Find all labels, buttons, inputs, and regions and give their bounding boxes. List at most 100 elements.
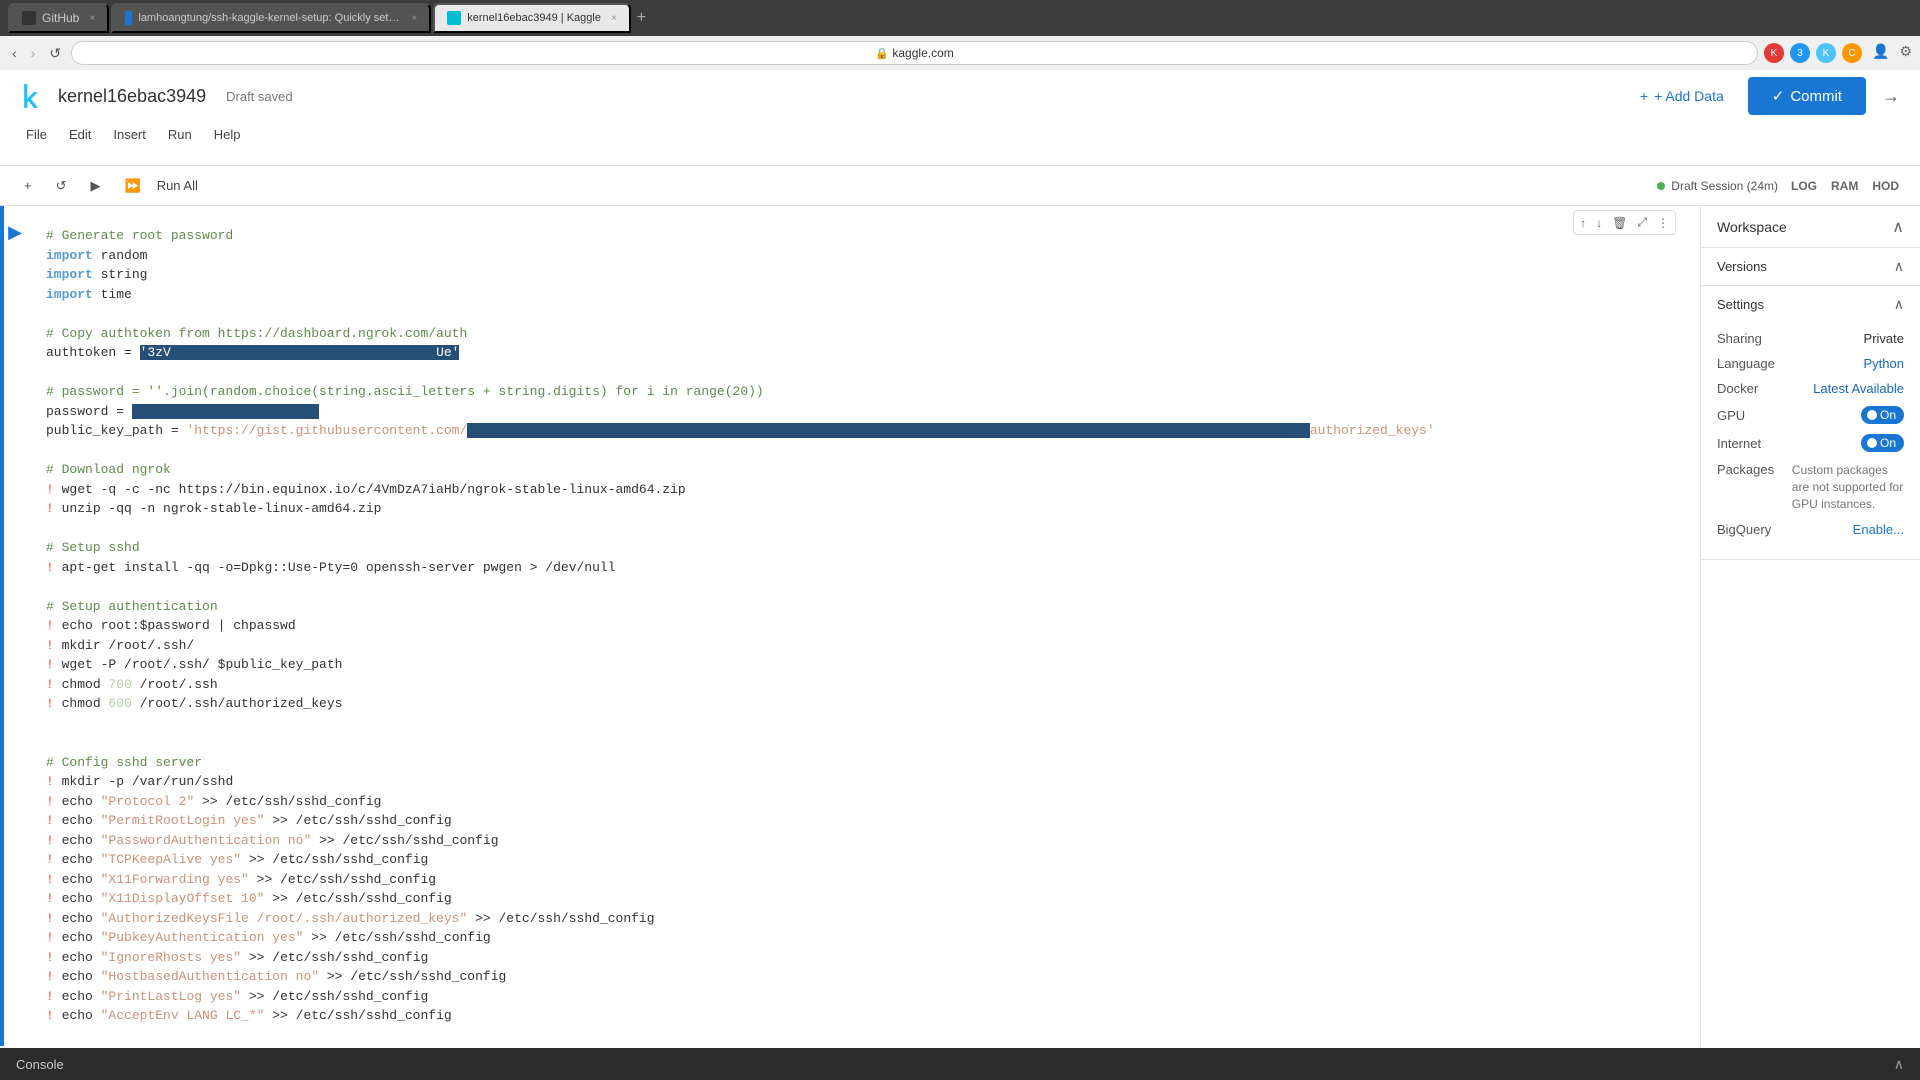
code-line: ! echo "HostbasedAuthentication no" >> /… [46,967,1684,987]
kaggle-logo [16,81,46,111]
packages-label: Packages [1717,462,1792,477]
code-line: ! echo "PrintLastLog yes" >> /etc/ssh/ss… [46,987,1684,1007]
tab-github[interactable]: GitHub × [8,3,109,33]
refresh-button[interactable]: ↺ [48,174,75,198]
language-label: Language [1717,356,1864,371]
fast-forward-icon: ⏩ [125,178,141,194]
console-bar[interactable]: Console ∧ [0,1048,1920,1080]
language-value: Python [1864,356,1904,371]
forward-button[interactable]: › [27,43,40,63]
code-editor[interactable]: # Generate root password import random i… [30,214,1700,1038]
gpu-toggle[interactable]: On [1861,406,1904,424]
docker-label: Docker [1717,381,1813,396]
settings-icon[interactable]: ⚙ [1899,43,1912,63]
code-line: # password = ''.join(random.choice(strin… [46,382,1684,402]
fast-forward-button[interactable]: ⏩ [117,174,149,198]
cell-controls: ▶ [0,214,30,1038]
code-line: ! wget -P /root/.ssh/ $public_key_path [46,655,1684,675]
ext-icon-1[interactable]: K [1764,43,1784,63]
tab-github-label: GitHub [42,11,79,25]
add-cell-button[interactable]: + [16,174,40,197]
console-label: Console [16,1057,64,1072]
code-line: ! echo "PubkeyAuthentication yes" >> /et… [46,928,1684,948]
run-cell-button[interactable]: ▶ [8,222,22,243]
tab-github-close[interactable]: × [89,13,95,24]
code-line: ! echo "Protocol 2" >> /etc/ssh/sshd_con… [46,792,1684,812]
main-content: ↑ ↓ 🗑 ⤢ ⋮ ▶ # Generate root password imp… [0,206,1920,1048]
code-line: ! echo root:$password | chpasswd [46,616,1684,636]
browser-chrome: GitHub × lamhoangtung/ssh-kaggle-kernel-… [0,0,1920,70]
code-line: password = [46,402,1684,422]
address-bar[interactable]: 🔒 kaggle.com [71,41,1758,65]
console-toggle-icon: ∧ [1894,1056,1904,1073]
app-menu: File Edit Insert Run Help [0,118,1920,150]
checkmark-icon: ✓ [1772,87,1785,105]
tab-article-close[interactable]: × [411,13,417,24]
settings-section-header[interactable]: Settings ∧ [1701,286,1920,323]
browser-toolbar: ‹ › ↺ 🔒 kaggle.com K 3 K C 👤 ⚙ [0,36,1920,70]
menu-edit[interactable]: Edit [59,123,101,146]
ext-icon-4[interactable]: C [1842,43,1862,63]
workspace-collapse-button[interactable]: ∧ [1892,217,1904,237]
menu-help[interactable]: Help [204,123,251,146]
browser-tabs: GitHub × lamhoangtung/ssh-kaggle-kernel-… [0,0,1920,36]
versions-section-header[interactable]: Versions ∧ [1701,248,1920,285]
editor-area[interactable]: ↑ ↓ 🗑 ⤢ ⋮ ▶ # Generate root password imp… [0,206,1700,1048]
add-data-button[interactable]: + + Add Data [1628,80,1736,112]
tab-kernel-close[interactable]: × [611,13,617,24]
docker-value: Latest Available [1813,381,1904,396]
run-button[interactable]: ▶ [83,174,109,198]
reload-button[interactable]: ↺ [45,43,65,64]
code-line: ! chmod 700 /root/.ssh [46,675,1684,695]
run-all-label: Run All [157,178,198,193]
code-line [46,577,1684,597]
ext-icon-2[interactable]: 3 [1790,43,1810,63]
toolbar: + ↺ ▶ ⏩ Run All Draft Session (24m) LOG … [0,166,1920,206]
plus-icon: + [24,178,32,193]
ram-button[interactable]: RAM [1826,176,1863,196]
code-line: ! echo "AuthorizedKeysFile /root/.ssh/au… [46,909,1684,929]
tab-article[interactable]: lamhoangtung/ssh-kaggle-kernel-setup: Qu… [111,3,431,33]
add-icon: + [1640,88,1648,104]
code-line: ! echo "AcceptEnv LANG LC_*" >> /etc/ssh… [46,1006,1684,1026]
back-button[interactable]: ‹ [8,43,21,63]
bigquery-row: BigQuery Enable... [1717,522,1904,537]
kernel-title: kernel16ebac3949 [58,86,206,107]
cell-container: ↑ ↓ 🗑 ⤢ ⋮ ▶ # Generate root password imp… [0,206,1700,1046]
code-line: ! echo "IgnoreRhosts yes" >> /etc/ssh/ss… [46,948,1684,968]
tab-kernel[interactable]: kernel16ebac3949 | Kaggle × [433,3,631,33]
article-favicon [125,11,132,25]
log-button[interactable]: LOG [1786,176,1822,196]
code-line: ! echo "PasswordAuthentication no" >> /e… [46,831,1684,851]
new-tab-button[interactable]: + [633,7,650,29]
internet-toggle-dot [1867,438,1877,448]
menu-run[interactable]: Run [158,123,202,146]
profile-icon[interactable]: 👤 [1872,43,1889,63]
code-line [46,441,1684,461]
bigquery-value[interactable]: Enable... [1853,522,1904,537]
tab-article-label: lamhoangtung/ssh-kaggle-kernel-setup: Qu… [138,12,401,24]
code-line: import time [46,285,1684,305]
add-data-label: + Add Data [1654,88,1724,104]
workspace-title: Workspace [1717,219,1892,235]
commit-button[interactable]: ✓ Commit [1748,77,1866,115]
packages-note: Custom packages are not supported for GP… [1792,462,1904,512]
hod-button[interactable]: HOD [1867,176,1904,196]
code-line [46,363,1684,383]
app-header-top: kernel16ebac3949 Draft saved + + Add Dat… [0,70,1920,122]
workspace-panel-header: Workspace ∧ [1701,206,1920,248]
code-line: ! echo "PermitRootLogin yes" >> /etc/ssh… [46,811,1684,831]
internet-toggle[interactable]: On [1861,434,1904,452]
kernel-favicon [447,11,461,25]
menu-insert[interactable]: Insert [103,123,156,146]
run-all-button[interactable]: Run All [157,178,198,193]
ext-icon-3[interactable]: K [1816,43,1836,63]
sidebar-pin-button[interactable]: → [1878,82,1904,111]
gpu-value: On [1880,408,1896,422]
code-line: ! unzip -qq -n ngrok-stable-linux-amd64.… [46,499,1684,519]
menu-file[interactable]: File [16,123,57,146]
code-line: public_key_path = 'https://gist.githubus… [46,421,1684,441]
code-line: ! chmod 600 /root/.ssh/authorized_keys [46,694,1684,714]
code-line: # Config sshd server [46,753,1684,773]
internet-value: On [1880,436,1896,450]
